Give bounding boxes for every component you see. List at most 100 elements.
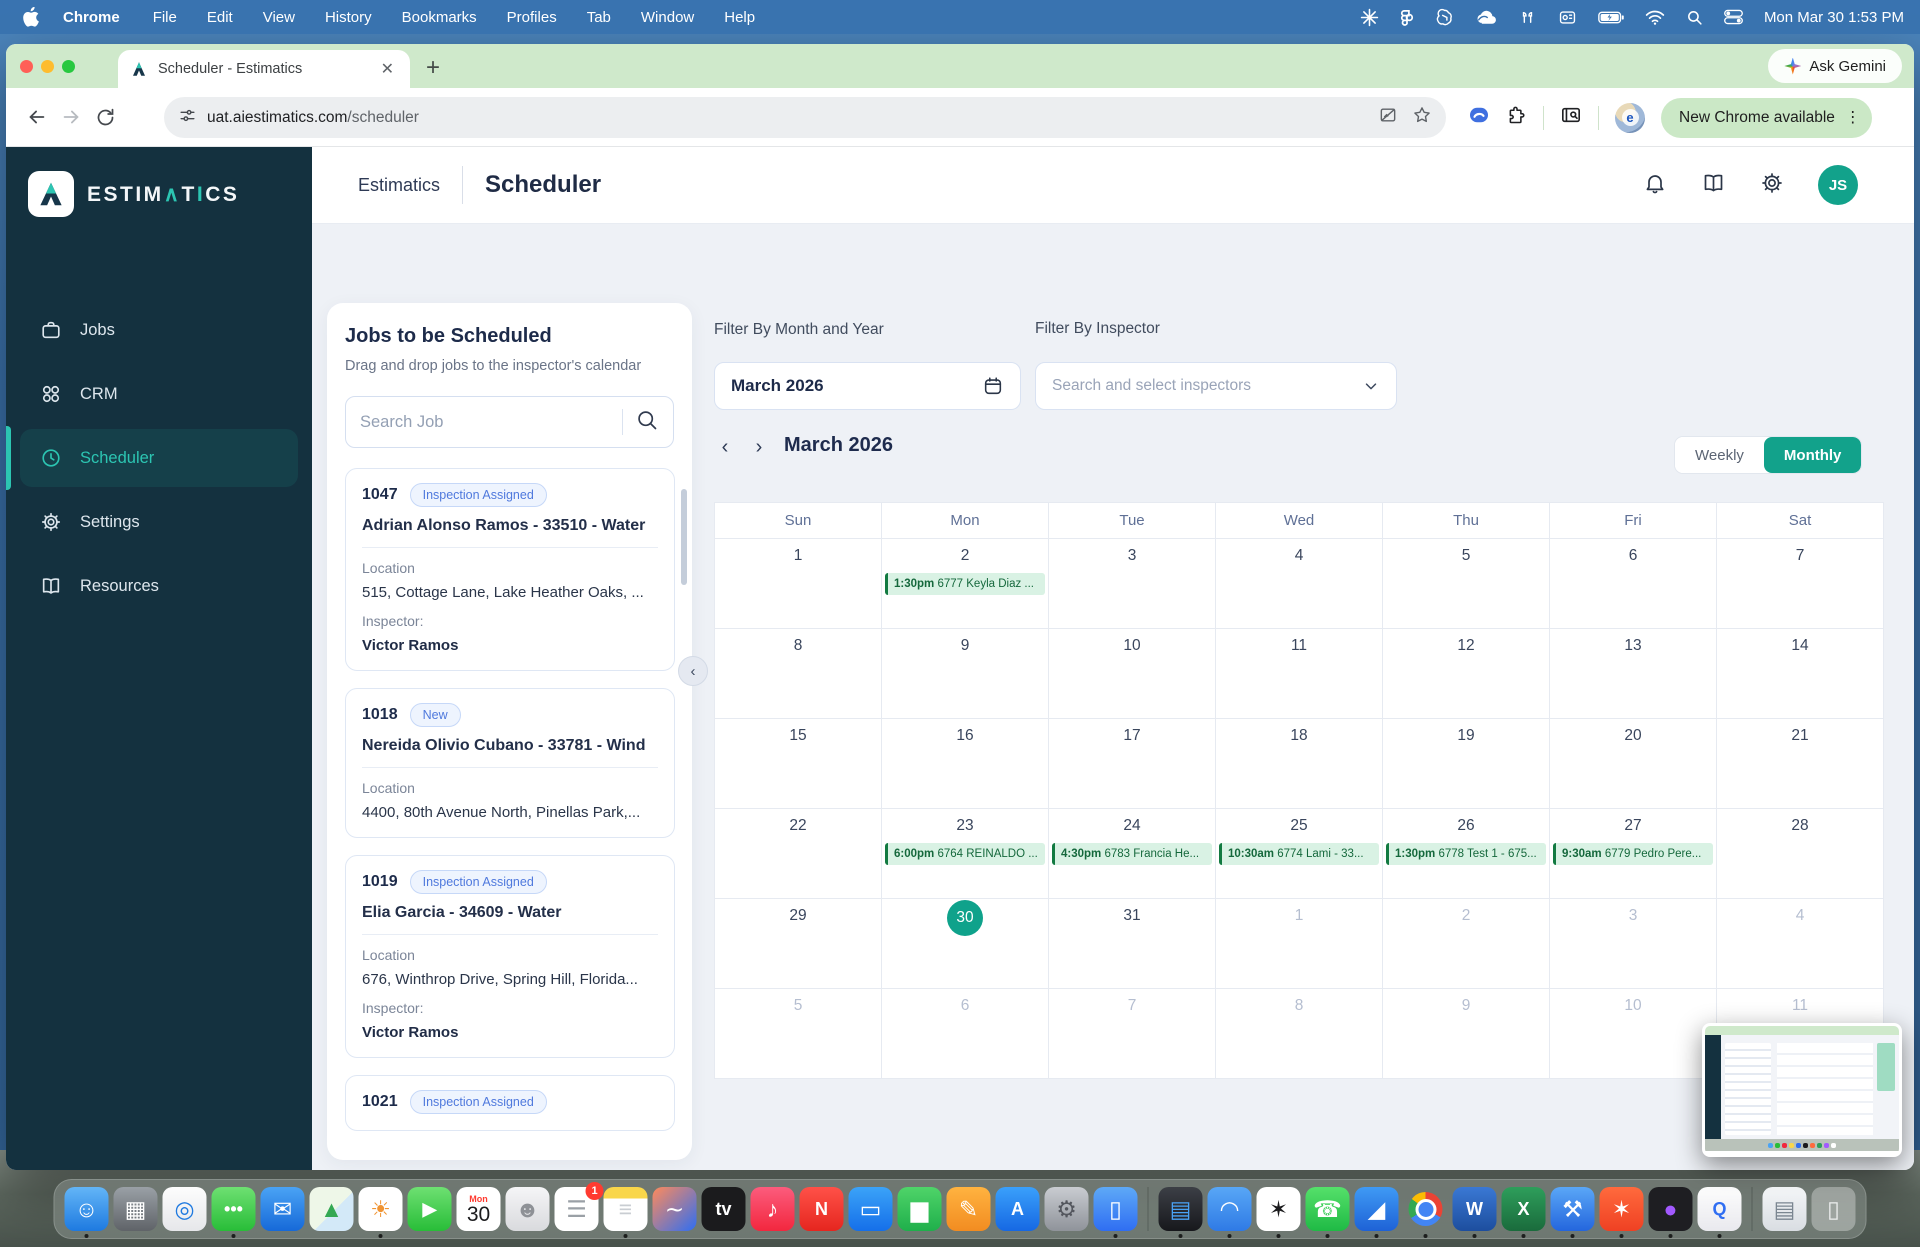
menubar-clock[interactable]: Mon Mar 30 1:53 PM [1764, 9, 1904, 26]
profile-avatar[interactable]: e [1615, 102, 1645, 133]
apple-menu-icon[interactable] [16, 7, 45, 27]
package-icon[interactable] [1558, 9, 1577, 26]
dock-app-downloads-stack[interactable]: ▤ [1762, 1187, 1807, 1231]
pinned-extension-icon[interactable] [1468, 106, 1490, 129]
sidebar-item-settings[interactable]: Settings [20, 493, 298, 551]
reload-button[interactable] [88, 100, 122, 134]
sidebar-item-scheduler[interactable]: Scheduler [6, 426, 298, 490]
calendar-day-cell[interactable]: 17 [1049, 719, 1216, 809]
calendar-day-cell[interactable]: 3 [1550, 899, 1717, 989]
monthly-view-button[interactable]: Monthly [1763, 437, 1862, 473]
menubar-item-bookmarks[interactable]: Bookmarks [387, 9, 492, 26]
dock-app-quicktime[interactable]: Q [1697, 1187, 1742, 1238]
close-window-button[interactable] [20, 59, 33, 73]
dock-app-launchpad[interactable]: ▦ [113, 1187, 158, 1231]
blocked-content-icon[interactable] [1378, 105, 1398, 130]
calendar-day-cell[interactable]: 26 1:30pm 6778 Test 1 - 675... [1383, 809, 1550, 899]
bookmark-star-icon[interactable] [1412, 105, 1432, 130]
calendar-event[interactable]: 1:30pm 6777 Keyla Diaz ... [885, 573, 1045, 595]
job-card[interactable]: 1021 Inspection Assigned [345, 1075, 675, 1131]
back-button[interactable] [20, 100, 54, 134]
dock-app-apple-tv[interactable]: tv [701, 1187, 746, 1231]
sidebar-item-crm[interactable]: CRM [20, 365, 298, 423]
calendar-day-cell[interactable]: 12 [1383, 629, 1550, 719]
calendar-day-cell[interactable]: 11 [1216, 629, 1383, 719]
dock-app-freeform[interactable]: ◠ [1207, 1187, 1252, 1238]
menubar-item-help[interactable]: Help [709, 9, 770, 26]
calendar-day-cell[interactable]: 10 [1049, 629, 1216, 719]
calendar-day-cell[interactable]: 9 [882, 629, 1049, 719]
calendar-day-cell[interactable]: 16 [882, 719, 1049, 809]
sidebar-item-resources[interactable]: Resources [20, 557, 298, 615]
calendar-day-cell[interactable]: 6 [1550, 539, 1717, 629]
dock-app-notes[interactable]: ≡ [603, 1187, 648, 1238]
dock-app-keynote[interactable]: ▭ [848, 1187, 893, 1231]
screenshot-preview-thumbnail[interactable] [1702, 1023, 1902, 1157]
menubar-item-profiles[interactable]: Profiles [492, 9, 572, 26]
collapse-panel-button[interactable]: ‹ [678, 656, 708, 686]
calendar-day-cell[interactable]: 4 [1216, 539, 1383, 629]
jobs-panel-scrollbar[interactable] [681, 489, 687, 585]
calendar-event[interactable]: 9:30am 6779 Pedro Pere... [1553, 843, 1713, 865]
calendar-day-cell[interactable]: 18 [1216, 719, 1383, 809]
calendar-day-cell[interactable]: 3 [1049, 539, 1216, 629]
spotlight-search-icon[interactable] [1686, 9, 1703, 26]
dock-app-xcode[interactable]: ⚒ [1550, 1187, 1595, 1238]
calendar-day-cell[interactable]: 1 [715, 539, 882, 629]
dock-app-system-settings[interactable]: ⚙ [1044, 1187, 1089, 1231]
job-card[interactable]: 1047 Inspection Assigned Adrian Alonso R… [345, 468, 675, 671]
url-bar[interactable]: uat.aiestimatics.com/scheduler [164, 97, 1446, 138]
calendar-day-cell[interactable]: 9 [1383, 989, 1550, 1079]
site-settings-icon[interactable] [178, 106, 197, 130]
user-avatar[interactable]: JS [1818, 165, 1858, 205]
calendar-day-cell[interactable]: 1 [1216, 899, 1383, 989]
calendar-day-cell[interactable]: 10 [1550, 989, 1717, 1079]
calendar-day-cell[interactable]: 6 [882, 989, 1049, 1079]
dock-app-safari[interactable]: ◎ [162, 1187, 207, 1231]
weekly-view-button[interactable]: Weekly [1675, 437, 1764, 473]
calendar-day-cell[interactable]: 29 [715, 899, 882, 989]
dock-app-numbers[interactable]: ▆ [897, 1187, 942, 1231]
notifications-bell-icon[interactable] [1643, 171, 1667, 200]
calendar-day-cell[interactable]: 8 [715, 629, 882, 719]
estimatics-logo[interactable]: ESTIM∧TICS [6, 147, 312, 217]
calendar-day-cell[interactable]: 8 [1216, 989, 1383, 1079]
fullscreen-window-button[interactable] [62, 59, 75, 73]
calendar-event[interactable]: 6:00pm 6764 REINALDO ... [885, 843, 1045, 865]
dock-app-excel[interactable]: X [1501, 1187, 1546, 1238]
calendar-prev-button[interactable]: ‹ [712, 436, 738, 459]
calendar-day-cell[interactable]: 22 [715, 809, 882, 899]
dock-app-chrome[interactable] [1404, 1187, 1448, 1238]
dock-app-starburst-app[interactable]: ✶ [1599, 1187, 1644, 1238]
inspector-search-input[interactable] [1052, 377, 1362, 395]
menubar-item-history[interactable]: History [310, 9, 387, 26]
chatgpt-icon[interactable] [1435, 8, 1454, 27]
dock-app-mail[interactable]: ✉ [260, 1187, 305, 1231]
dock-app-calendar[interactable]: Mon 30 [456, 1187, 501, 1231]
dock-app-app-store[interactable]: A [995, 1187, 1040, 1231]
new-chrome-available-button[interactable]: New Chrome available ⋮ [1661, 97, 1873, 138]
menubar-item-tab[interactable]: Tab [572, 9, 626, 26]
menubar-item-file[interactable]: File [138, 9, 192, 26]
dock-app-figma[interactable]: ● [1648, 1187, 1693, 1238]
chevron-down-icon[interactable] [1362, 377, 1380, 395]
menubar-item-chrome[interactable]: Chrome [45, 9, 138, 26]
dock-app-iphone-mirroring[interactable]: ▯ [1093, 1187, 1138, 1238]
job-card[interactable]: 1019 Inspection Assigned Elia Garcia - 3… [345, 855, 675, 1058]
dock-app-vscode[interactable]: ◢ [1354, 1187, 1399, 1238]
tab-close-icon[interactable]: ✕ [377, 59, 398, 79]
calendar-day-cell[interactable]: 23 6:00pm 6764 REINALDO ... [882, 809, 1049, 899]
calendar-day-cell[interactable]: 31 [1049, 899, 1216, 989]
cloud-sync-icon[interactable] [1475, 9, 1497, 25]
calendar-day-cell[interactable]: 15 [715, 719, 882, 809]
keystroke-starburst-icon[interactable] [1360, 8, 1379, 27]
dock-app-media-wave[interactable]: ∼ [652, 1187, 697, 1231]
browser-tab[interactable]: Scheduler - Estimatics ✕ [118, 50, 410, 88]
calendar-event[interactable]: 1:30pm 6778 Test 1 - 675... [1386, 843, 1546, 865]
calendar-day-cell[interactable]: 5 [1383, 539, 1550, 629]
calendar-day-cell[interactable]: 7 [1049, 989, 1216, 1079]
figma-icon[interactable] [1400, 8, 1414, 27]
menubar-item-view[interactable]: View [248, 9, 310, 26]
dock-app-photos[interactable]: ☀ [358, 1187, 403, 1238]
settings-gear-icon[interactable] [1760, 171, 1784, 200]
